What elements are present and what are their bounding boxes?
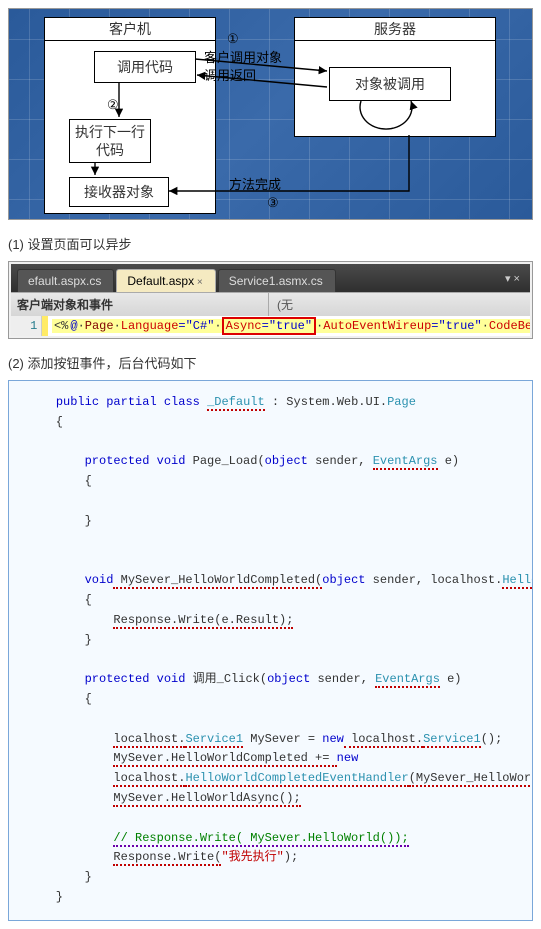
lang-k: Language [121, 319, 179, 333]
lang-v: "C#" [186, 319, 215, 333]
directive-code: <%@·Page·Language="C#"·Async="true"·Auto… [48, 316, 530, 336]
tab-overflow-icon[interactable]: ▾ × [501, 272, 524, 285]
ide-screenshot: efault.aspx.cs Default.aspx Service1.asm… [8, 261, 533, 339]
pct-open: <% [52, 319, 70, 333]
async-call-diagram: 客户机 服务器 调用代码 执行下一行 代码 接收器对象 对象被调用 客户调用对象… [8, 8, 533, 220]
tab-strip: efault.aspx.cs Default.aspx Service1.asm… [11, 264, 530, 292]
async-k: Async [226, 319, 262, 333]
tab-default-cs[interactable]: efault.aspx.cs [17, 269, 114, 292]
auto-k: AutoEventWireup [323, 319, 431, 333]
code-pre: public partial class _Default : System.W… [27, 393, 514, 908]
step1-text: (1) 设置页面可以异步 [8, 234, 533, 253]
at: @ [70, 319, 77, 333]
dot3: · [214, 319, 221, 333]
dot2: · [114, 319, 121, 333]
diagram-arrows [9, 9, 519, 219]
dropdown-right[interactable]: (无 [269, 293, 530, 316]
page-kw: Page [85, 319, 114, 333]
code-block: public partial class _Default : System.W… [8, 380, 533, 921]
dropdown-bar: 客户端对象和事件 (无 [11, 292, 530, 316]
async-v: "true" [269, 319, 312, 333]
cb-k: CodeBehind [489, 319, 530, 333]
code-line: 1 <%@·Page·Language="C#"·Async="true"·Au… [11, 316, 530, 336]
dot5: · [482, 319, 489, 333]
step2-text: (2) 添加按钮事件，后台代码如下 [8, 353, 533, 372]
tab-service1[interactable]: Service1.asmx.cs [218, 269, 336, 292]
line-number: 1 [11, 316, 42, 336]
dot1: · [78, 319, 85, 333]
dropdown-left[interactable]: 客户端对象和事件 [11, 293, 269, 316]
tab-default-aspx[interactable]: Default.aspx [116, 269, 215, 292]
auto-v: "true" [438, 319, 481, 333]
